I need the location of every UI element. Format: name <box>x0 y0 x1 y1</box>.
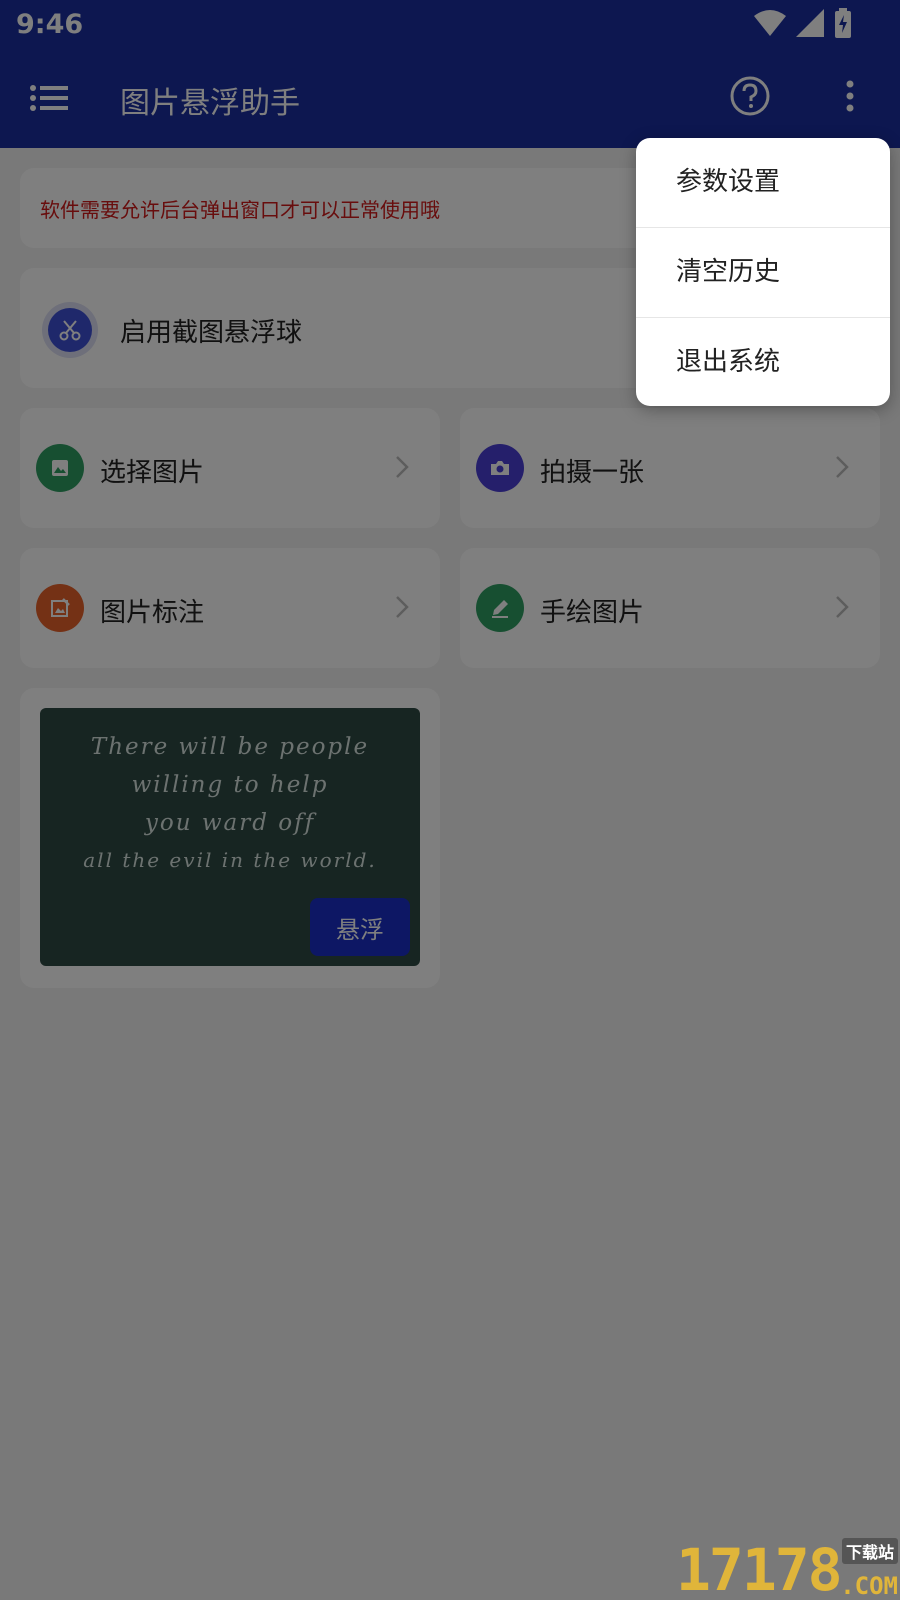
menu-item-exit[interactable]: 退出系统 <box>636 318 890 407</box>
site-watermark: 17178 下载站 .COM <box>676 1536 900 1600</box>
menu-item-clear-history[interactable]: 清空历史 <box>636 228 890 317</box>
menu-item-settings[interactable]: 参数设置 <box>636 138 890 227</box>
watermark-com: .COM <box>840 1572 898 1600</box>
watermark-tag: 下载站 <box>841 1538 898 1564</box>
watermark-digits: 17178 <box>676 1536 843 1600</box>
overflow-menu: 参数设置 清空历史 退出系统 <box>636 138 890 406</box>
